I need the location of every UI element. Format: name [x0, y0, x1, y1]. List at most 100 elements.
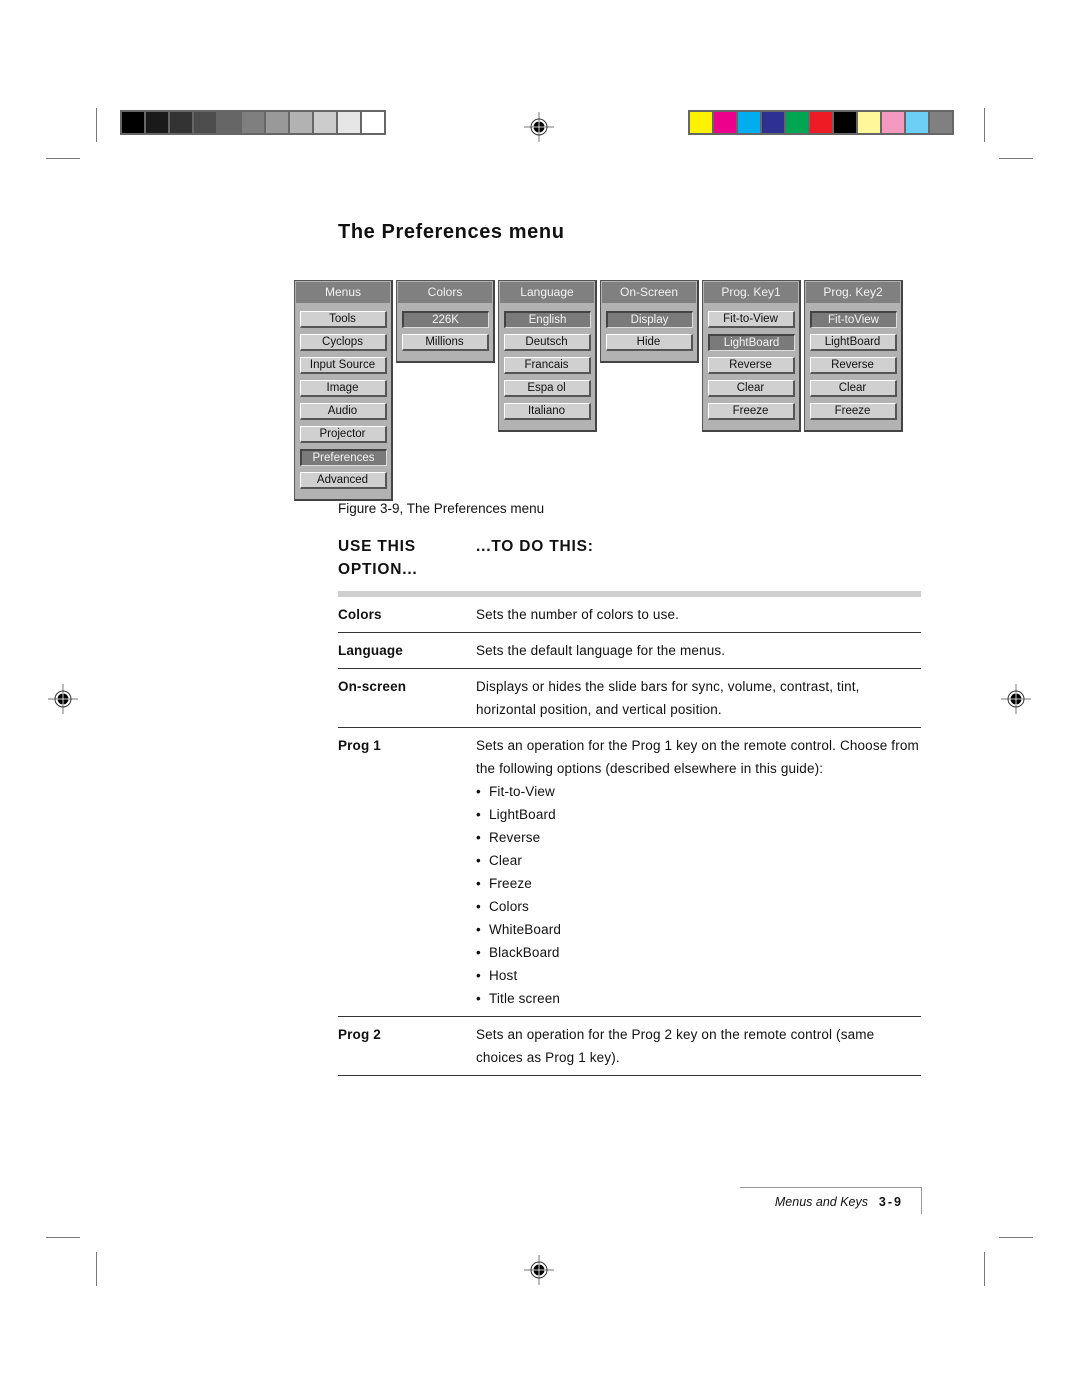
table-row: On-screen Displays or hides the slide bar… — [338, 669, 921, 728]
option-term: Prog 2 — [338, 1027, 381, 1042]
panel-title: Language — [500, 282, 594, 303]
color-swatch — [786, 112, 808, 133]
list-item: Title screen — [476, 987, 921, 1010]
table-body: Colors Sets the number of colors to use. L… — [338, 597, 921, 1076]
list-item: Clear — [476, 849, 921, 872]
crop-mark — [999, 158, 1033, 159]
panel-title: Prog. Key2 — [806, 282, 900, 303]
menu-item-reverse[interactable]: Reverse — [809, 357, 897, 374]
page-footer: Menus and Keys 3-9 — [740, 1187, 922, 1214]
page-title: The Preferences menu — [338, 221, 565, 243]
panel-title: Colors — [398, 282, 492, 303]
figure-caption: Figure 3-9, The Preferences menu — [338, 501, 545, 516]
menu-panel-prog-key2: Prog. Key2 Fit-toView LightBoard Reverse Cle… — [804, 280, 903, 432]
menu-item-freeze[interactable]: Freeze — [809, 403, 897, 420]
list-item: Fit-to-View — [476, 780, 921, 803]
footer-section: Menus and Keys — [774, 1195, 868, 1209]
menu-panel-language: Language English Deutsch Francais Espa ol Ita… — [498, 280, 597, 432]
color-swatch — [762, 112, 784, 133]
gray-swatch — [122, 112, 144, 133]
list-item: Freeze — [476, 872, 921, 895]
option-term: Prog 1 — [338, 738, 381, 753]
gray-swatch — [314, 112, 336, 133]
grayscale-bar — [120, 110, 386, 135]
gray-swatch — [266, 112, 288, 133]
menu-item-deutsch[interactable]: Deutsch — [503, 334, 591, 351]
header-col1-line2: OPTION... — [338, 561, 418, 578]
gray-swatch — [170, 112, 192, 133]
option-description: Sets the number of colors to use. — [476, 603, 921, 626]
crop-mark — [96, 108, 97, 142]
registration-mark-icon — [524, 112, 554, 142]
description-text: Displays or hides the slide bars for syn… — [476, 679, 860, 717]
crop-mark — [46, 158, 80, 159]
color-swatch — [858, 112, 880, 133]
menu-panel-menus: Menus Tools Cyclops Input Source Image Audio P… — [294, 280, 393, 501]
menu-item-image[interactable]: Image — [299, 380, 387, 397]
list-item: Colors — [476, 895, 921, 918]
registration-mark-icon — [1001, 684, 1031, 714]
table-row: Language Sets the default language for th… — [338, 633, 921, 669]
table-row: Colors Sets the number of colors to use. — [338, 597, 921, 633]
option-description: Sets an operation for the Prog 2 key on … — [476, 1023, 921, 1069]
choice-list: Fit-to-ViewLightBoardReverseClearFreezeC… — [476, 780, 921, 1010]
menu-item-clear[interactable]: Clear — [707, 380, 795, 397]
menu-item-lightboard[interactable]: LightBoard — [809, 334, 897, 351]
menu-item-projector[interactable]: Projector — [299, 426, 387, 443]
table-row: Prog 2 Sets an operation for the Prog 2 k… — [338, 1017, 921, 1076]
panel-title: Prog. Key1 — [704, 282, 798, 303]
menu-item-preferences[interactable]: Preferences — [299, 449, 387, 466]
list-item: BlackBoard — [476, 941, 921, 964]
menu-item-english[interactable]: English — [503, 311, 591, 328]
crop-mark — [984, 1252, 985, 1286]
gray-swatch — [218, 112, 240, 133]
option-term: On-screen — [338, 679, 407, 694]
menu-item-hide[interactable]: Hide — [605, 334, 693, 351]
menu-item-millions[interactable]: Millions — [401, 334, 489, 351]
menu-item-italiano[interactable]: Italiano — [503, 403, 591, 420]
description-text: Sets an operation for the Prog 2 key on … — [476, 1027, 875, 1065]
description-text: Sets the number of colors to use. — [476, 607, 680, 622]
menu-item-tools[interactable]: Tools — [299, 311, 387, 328]
menu-item-cyclops[interactable]: Cyclops — [299, 334, 387, 351]
header-col1-line1: USE THIS — [338, 538, 416, 555]
menu-item-freeze[interactable]: Freeze — [707, 403, 795, 420]
menu-item-advanced[interactable]: Advanced — [299, 472, 387, 489]
color-swatch — [882, 112, 904, 133]
menu-item-francais[interactable]: Francais — [503, 357, 591, 374]
menu-item-display[interactable]: Display — [605, 311, 693, 328]
list-item: Host — [476, 964, 921, 987]
color-swatch — [738, 112, 760, 133]
gray-swatch — [194, 112, 216, 133]
menu-item-espa-ol[interactable]: Espa ol — [503, 380, 591, 397]
list-item: WhiteBoard — [476, 918, 921, 941]
menu-item-input-source[interactable]: Input Source — [299, 357, 387, 374]
menu-item-clear[interactable]: Clear — [809, 380, 897, 397]
menu-item-lightboard[interactable]: LightBoard — [707, 334, 795, 351]
menu-item-reverse[interactable]: Reverse — [707, 357, 795, 374]
header-col1: USE THIS OPTION... — [338, 535, 476, 581]
options-table: USE THIS OPTION... ...TO DO THIS: Colors… — [338, 535, 921, 1076]
menu-item-fit-to-view[interactable]: Fit-to-View — [707, 311, 795, 328]
color-swatch — [810, 112, 832, 133]
registration-mark-icon — [524, 1255, 554, 1285]
color-swatch — [690, 112, 712, 133]
menu-item-audio[interactable]: Audio — [299, 403, 387, 420]
menu-item-226k[interactable]: 226K — [401, 311, 489, 328]
menu-panel-colors: Colors 226K Millions — [396, 280, 495, 363]
crop-mark — [46, 1237, 80, 1238]
header-col2: ...TO DO THIS: — [476, 538, 594, 555]
menu-panel-on-screen: On-Screen Display Hide — [600, 280, 699, 363]
gray-swatch — [146, 112, 168, 133]
preferences-menu-figure: Menus Tools Cyclops Input Source Image Audio P… — [294, 280, 903, 501]
color-swatch — [906, 112, 928, 133]
list-item: Reverse — [476, 826, 921, 849]
gray-swatch — [242, 112, 264, 133]
menu-item-fit-toview[interactable]: Fit-toView — [809, 311, 897, 328]
page-number: 3-9 — [878, 1195, 903, 1209]
list-item: LightBoard — [476, 803, 921, 826]
color-bar — [688, 110, 954, 135]
menu-panel-prog-key1: Prog. Key1 Fit-to-View LightBoard Reverse Cl… — [702, 280, 801, 432]
panel-title: On-Screen — [602, 282, 696, 303]
gray-swatch — [290, 112, 312, 133]
